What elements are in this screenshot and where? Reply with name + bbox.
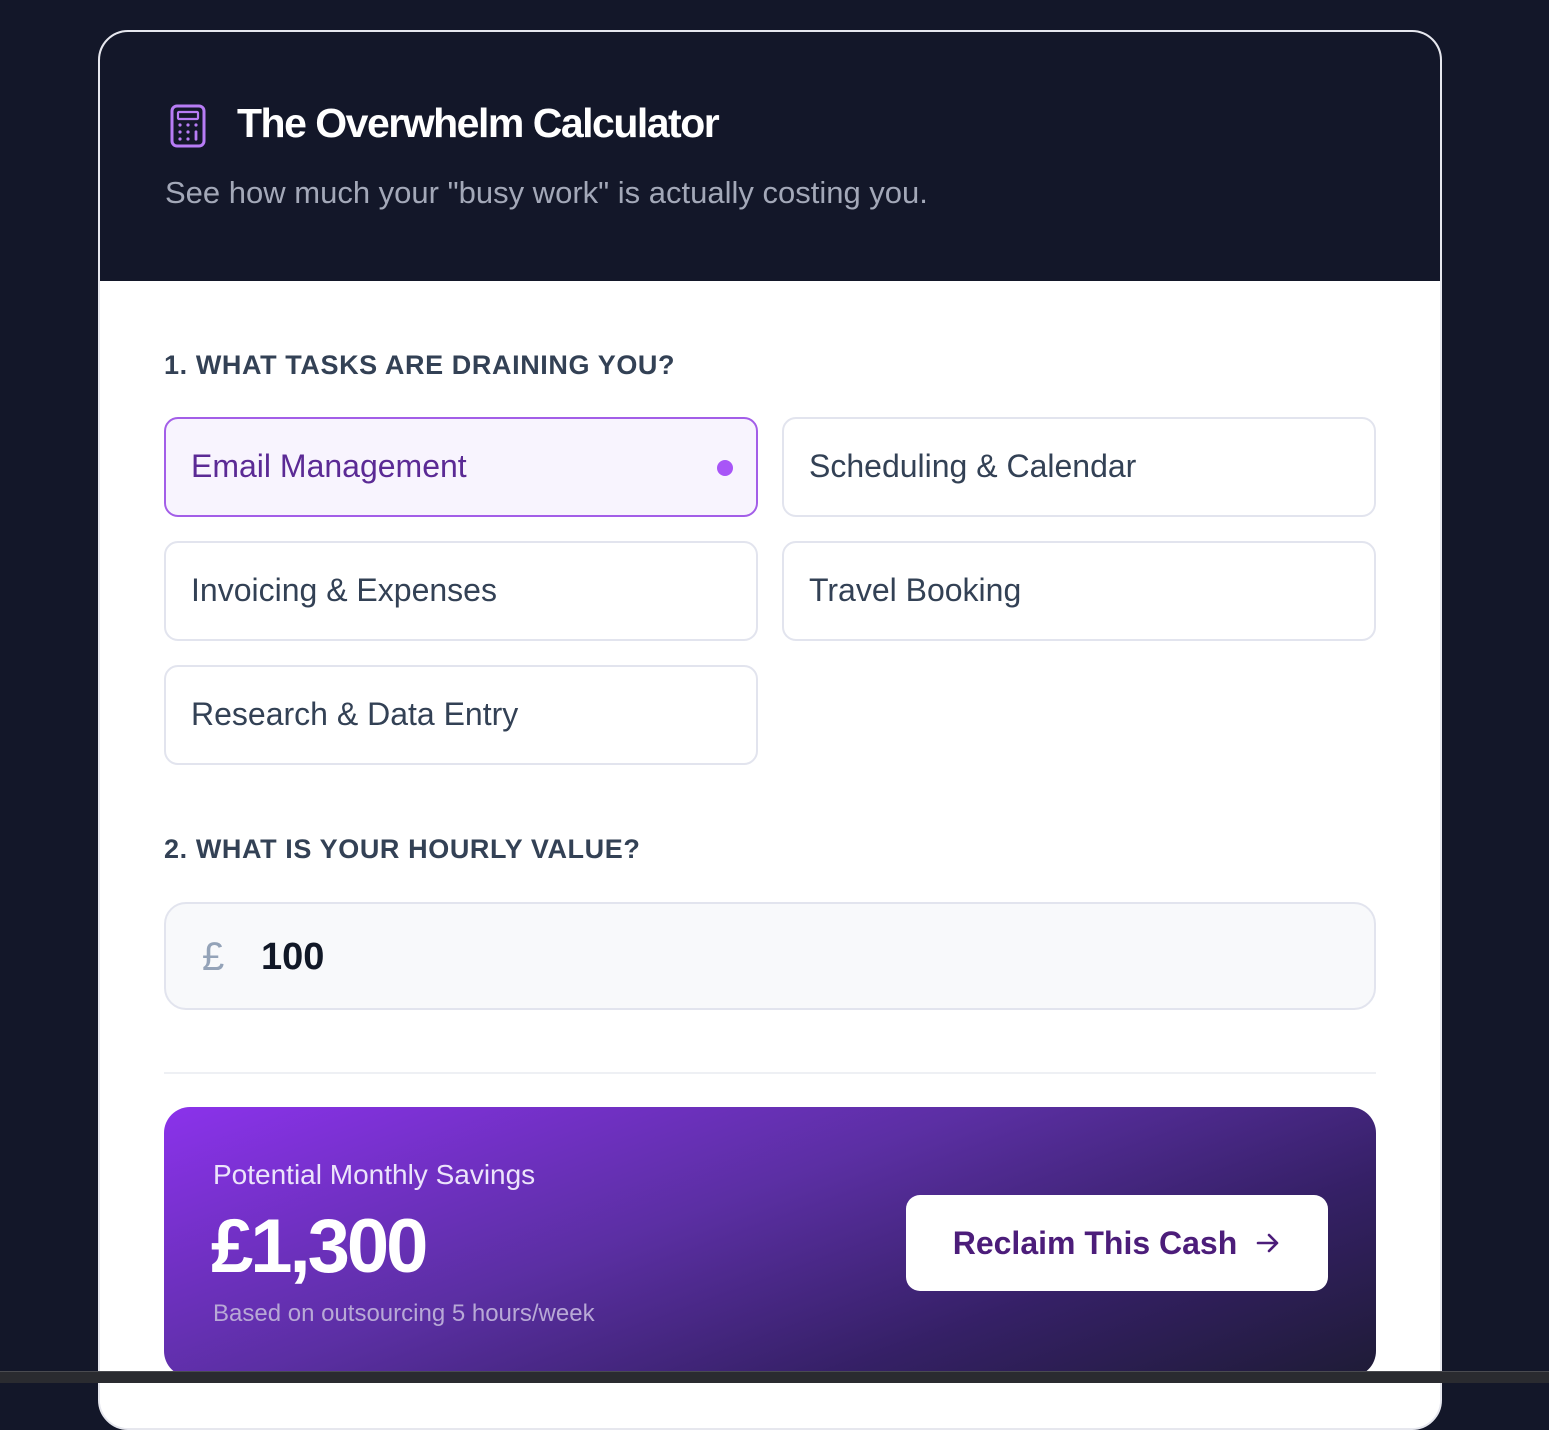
- task-label: Email Management: [191, 448, 467, 484]
- task-label: Invoicing & Expenses: [191, 572, 497, 608]
- savings-amount: £1,300: [211, 1204, 428, 1289]
- section-divider: [164, 1072, 1376, 1074]
- task-scheduling-calendar[interactable]: Scheduling & Calendar: [782, 417, 1376, 517]
- card-header: The Overwhelm Calculator See how much yo…: [100, 32, 1440, 281]
- task-label: Scheduling & Calendar: [809, 448, 1137, 484]
- calculator-icon: [170, 104, 206, 148]
- task-research-data-entry[interactable]: Research & Data Entry: [164, 665, 758, 765]
- calculator-card: The Overwhelm Calculator See how much yo…: [98, 30, 1442, 1430]
- savings-panel: Potential Monthly Savings £1,300 Based o…: [164, 1107, 1376, 1377]
- selected-dot-icon: [717, 460, 733, 476]
- page-subtitle: See how much your "busy work" is actuall…: [165, 175, 928, 210]
- hourly-section-label: 2. WHAT IS YOUR HOURLY VALUE?: [164, 834, 641, 864]
- calculator-body: 1. WHAT TASKS ARE DRAINING YOU? Email Ma…: [100, 281, 1440, 1428]
- cta-label: Reclaim This Cash: [952, 1224, 1238, 1261]
- task-label: Research & Data Entry: [191, 696, 519, 732]
- task-invoicing-expenses[interactable]: Invoicing & Expenses: [164, 541, 758, 641]
- savings-label: Potential Monthly Savings: [213, 1159, 536, 1190]
- task-travel-booking[interactable]: Travel Booking: [782, 541, 1376, 641]
- savings-note: Based on outsourcing 5 hours/week: [213, 1300, 595, 1327]
- task-email-management[interactable]: Email Management: [164, 417, 758, 517]
- currency-symbol: £: [202, 935, 225, 979]
- hourly-value-field[interactable]: £: [164, 902, 1376, 1010]
- page-title: The Overwhelm Calculator: [237, 100, 720, 146]
- window-bottom-edge: [0, 1371, 1549, 1383]
- reclaim-cash-button[interactable]: Reclaim This Cash: [906, 1195, 1328, 1291]
- tasks-section-label: 1. WHAT TASKS ARE DRAINING YOU?: [164, 350, 676, 380]
- task-label: Travel Booking: [809, 572, 1022, 608]
- hourly-value-input[interactable]: [261, 928, 1261, 986]
- arrow-right-icon: [1255, 1230, 1281, 1256]
